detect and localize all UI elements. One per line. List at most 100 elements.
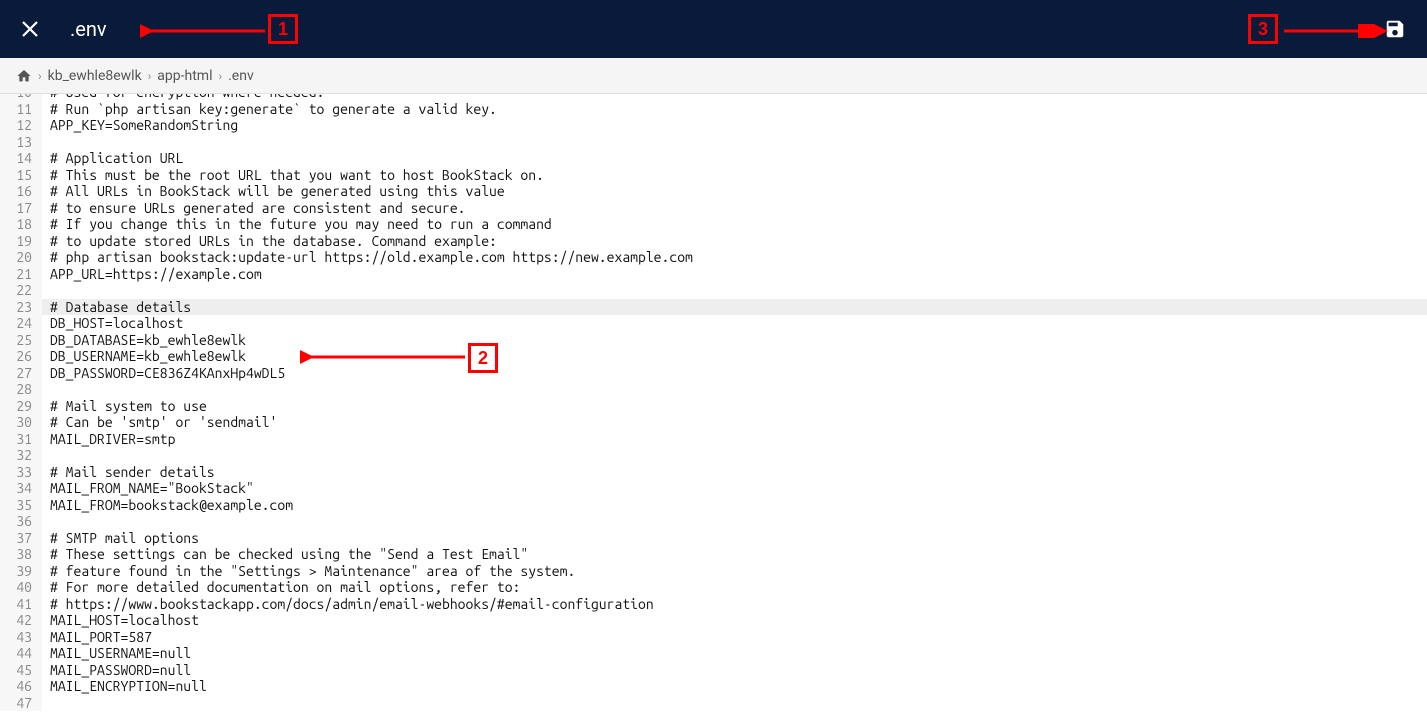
line-content[interactable]	[42, 447, 50, 464]
code-line[interactable]: 26DB_USERNAME=kb_ewhle8ewlk	[0, 348, 1427, 365]
code-line[interactable]: 36	[0, 513, 1427, 530]
code-line[interactable]: 37# SMTP mail options	[0, 530, 1427, 547]
line-content[interactable]: # https://www.bookstackapp.com/docs/admi…	[42, 596, 654, 613]
line-content[interactable]	[42, 513, 50, 530]
code-line[interactable]: 40# For more detailed documentation on m…	[0, 579, 1427, 596]
line-number: 36	[0, 513, 42, 530]
line-content[interactable]: # Run `php artisan key:generate` to gene…	[42, 101, 497, 118]
code-line[interactable]: 38# These settings can be checked using …	[0, 546, 1427, 563]
line-content[interactable]	[42, 381, 50, 398]
code-line[interactable]: 14# Application URL	[0, 150, 1427, 167]
line-number: 29	[0, 398, 42, 415]
line-content[interactable]: MAIL_DRIVER=smtp	[42, 431, 175, 448]
code-line[interactable]: 23# Database details	[0, 299, 1427, 316]
line-number: 14	[0, 150, 42, 167]
code-line[interactable]: 45MAIL_PASSWORD=null	[0, 662, 1427, 679]
code-line[interactable]: 17# to ensure URLs generated are consist…	[0, 200, 1427, 217]
home-icon[interactable]	[16, 68, 32, 84]
code-line[interactable]: 19# to update stored URLs in the databas…	[0, 233, 1427, 250]
line-number: 34	[0, 480, 42, 497]
code-line[interactable]: 39# feature found in the "Settings > Mai…	[0, 563, 1427, 580]
line-number: 31	[0, 431, 42, 448]
line-number: 19	[0, 233, 42, 250]
line-content[interactable]: DB_USERNAME=kb_ewhle8ewlk	[42, 348, 246, 365]
code-line[interactable]: 15# This must be the root URL that you w…	[0, 167, 1427, 184]
line-content[interactable]: MAIL_USERNAME=null	[42, 645, 191, 662]
chevron-right-icon: ›	[148, 69, 152, 83]
line-content[interactable]: DB_DATABASE=kb_ewhle8ewlk	[42, 332, 246, 349]
code-line[interactable]: 44MAIL_USERNAME=null	[0, 645, 1427, 662]
line-content[interactable]: # Can be 'smtp' or 'sendmail'	[42, 414, 277, 431]
line-number: 24	[0, 315, 42, 332]
code-line[interactable]: 21APP_URL=https://example.com	[0, 266, 1427, 283]
line-content[interactable]: # These settings can be checked using th…	[42, 546, 528, 563]
code-line[interactable]: 47	[0, 695, 1427, 712]
line-number: 18	[0, 216, 42, 233]
line-content[interactable]: MAIL_PASSWORD=null	[42, 662, 191, 679]
line-content[interactable]: # to ensure URLs generated are consisten…	[42, 200, 466, 217]
code-line[interactable]: 46MAIL_ENCRYPTION=null	[0, 678, 1427, 695]
code-line[interactable]: 18# If you change this in the future you…	[0, 216, 1427, 233]
code-line[interactable]: 16# All URLs in BookStack will be genera…	[0, 183, 1427, 200]
code-line[interactable]: 33# Mail sender details	[0, 464, 1427, 481]
code-line[interactable]: 22	[0, 282, 1427, 299]
line-content[interactable]: MAIL_HOST=localhost	[42, 612, 199, 629]
line-number: 23	[0, 299, 42, 316]
code-line[interactable]: 35MAIL_FROM=bookstack@example.com	[0, 497, 1427, 514]
line-content[interactable]: MAIL_FROM=bookstack@example.com	[42, 497, 293, 514]
code-line[interactable]: 43MAIL_PORT=587	[0, 629, 1427, 646]
line-content[interactable]: APP_URL=https://example.com	[42, 266, 262, 283]
code-line[interactable]: 12APP_KEY=SomeRandomString	[0, 117, 1427, 134]
line-content[interactable]: # SMTP mail options	[42, 530, 199, 547]
line-content[interactable]	[42, 134, 50, 151]
line-content[interactable]: # to update stored URLs in the database.…	[42, 233, 497, 250]
code-line[interactable]: 11# Run `php artisan key:generate` to ge…	[0, 101, 1427, 118]
code-editor[interactable]: 10# Used for encryption where needed.11#…	[0, 94, 1427, 712]
breadcrumb-item[interactable]: kb_ewhle8ewlk	[48, 68, 142, 84]
line-content[interactable]	[42, 695, 50, 712]
line-content[interactable]: MAIL_PORT=587	[42, 629, 152, 646]
line-content[interactable]: MAIL_FROM_NAME="BookStack"	[42, 480, 254, 497]
line-content[interactable]: # For more detailed documentation on mai…	[42, 579, 520, 596]
code-line[interactable]: 24DB_HOST=localhost	[0, 315, 1427, 332]
code-line[interactable]: 34MAIL_FROM_NAME="BookStack"	[0, 480, 1427, 497]
chevron-right-icon: ›	[218, 69, 222, 83]
line-content[interactable]: # Application URL	[42, 150, 183, 167]
code-line[interactable]: 30# Can be 'smtp' or 'sendmail'	[0, 414, 1427, 431]
line-number: 11	[0, 101, 42, 118]
code-line[interactable]: 29# Mail system to use	[0, 398, 1427, 415]
code-line[interactable]: 28	[0, 381, 1427, 398]
code-line[interactable]: 42MAIL_HOST=localhost	[0, 612, 1427, 629]
breadcrumb-item[interactable]: .env	[228, 68, 254, 84]
line-content[interactable]: # This must be the root URL that you wan…	[42, 167, 544, 184]
line-content[interactable]: DB_PASSWORD=CE836Z4KAnxHp4wDL5	[42, 365, 285, 382]
line-content[interactable]: APP_KEY=SomeRandomString	[42, 117, 238, 134]
code-line[interactable]: 31MAIL_DRIVER=smtp	[0, 431, 1427, 448]
line-content[interactable]: # Database details	[42, 299, 191, 316]
line-number: 42	[0, 612, 42, 629]
line-content[interactable]: # feature found in the "Settings > Maint…	[42, 563, 575, 580]
code-line[interactable]: 25DB_DATABASE=kb_ewhle8ewlk	[0, 332, 1427, 349]
line-number: 41	[0, 596, 42, 613]
save-icon[interactable]	[1383, 17, 1407, 41]
code-line[interactable]: 27DB_PASSWORD=CE836Z4KAnxHp4wDL5	[0, 365, 1427, 382]
line-content[interactable]: MAIL_ENCRYPTION=null	[42, 678, 207, 695]
line-number: 26	[0, 348, 42, 365]
code-line[interactable]: 20# php artisan bookstack:update-url htt…	[0, 249, 1427, 266]
line-content[interactable]: # Mail system to use	[42, 398, 207, 415]
line-content[interactable]: # If you change this in the future you m…	[42, 216, 552, 233]
line-number: 44	[0, 645, 42, 662]
line-number: 37	[0, 530, 42, 547]
line-content[interactable]: # php artisan bookstack:update-url https…	[42, 249, 693, 266]
code-line[interactable]: 13	[0, 134, 1427, 151]
close-icon[interactable]	[20, 19, 40, 39]
line-content[interactable]	[42, 282, 50, 299]
line-number: 35	[0, 497, 42, 514]
breadcrumb-item[interactable]: app-html	[157, 68, 212, 84]
line-content[interactable]: # All URLs in BookStack will be generate…	[42, 183, 505, 200]
line-content[interactable]: DB_HOST=localhost	[42, 315, 183, 332]
line-content[interactable]: # Mail sender details	[42, 464, 215, 481]
code-line[interactable]: 41# https://www.bookstackapp.com/docs/ad…	[0, 596, 1427, 613]
code-line[interactable]: 32	[0, 447, 1427, 464]
line-number: 13	[0, 134, 42, 151]
